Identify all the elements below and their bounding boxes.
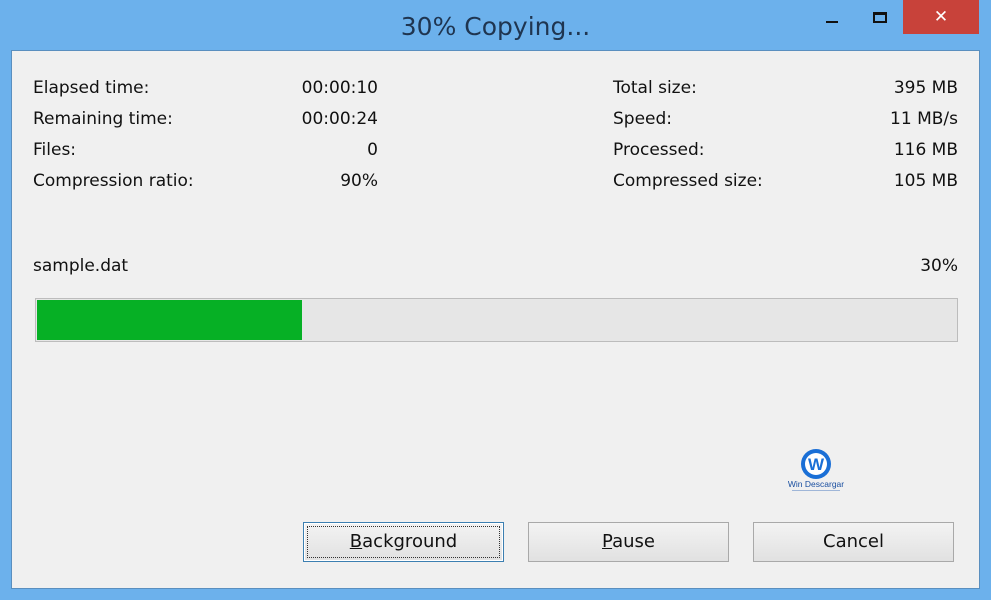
progress-bar-fill bbox=[37, 300, 303, 340]
current-file-name: sample.dat bbox=[33, 256, 129, 276]
close-button[interactable]: ✕ bbox=[903, 0, 979, 34]
compressed-size-label: Compressed size: bbox=[613, 171, 763, 191]
logo-text: Win Descargar bbox=[788, 479, 844, 489]
dialog-window: 30% Copying... ✕ Elapsed time: 00:00:10 … bbox=[0, 0, 991, 600]
pause-button[interactable]: Pause bbox=[528, 522, 729, 562]
logo-graphic: W Win Descargar bbox=[788, 449, 844, 491]
focus-rect bbox=[307, 526, 500, 558]
files-value: 0 bbox=[367, 140, 378, 160]
files-label: Files: bbox=[33, 140, 77, 160]
processed-label: Processed: bbox=[613, 140, 705, 160]
minimize-button[interactable] bbox=[812, 0, 852, 34]
speed-value: 11 MB/s bbox=[890, 109, 958, 129]
minimize-icon bbox=[826, 21, 838, 23]
background-button[interactable]: Background bbox=[303, 522, 504, 562]
remaining-time-label: Remaining time: bbox=[33, 109, 173, 129]
compression-ratio-value: 90% bbox=[340, 171, 378, 191]
maximize-button[interactable] bbox=[860, 0, 900, 34]
title-bar[interactable]: 30% Copying... ✕ bbox=[0, 0, 991, 50]
elapsed-time-value: 00:00:10 bbox=[301, 78, 378, 98]
win-descargar-logo: W Win Descargar bbox=[788, 447, 848, 493]
dialog-body: Elapsed time: 00:00:10 Remaining time: 0… bbox=[11, 50, 980, 589]
logo-letter: W bbox=[808, 455, 825, 474]
remaining-time-value: 00:00:24 bbox=[301, 109, 378, 129]
elapsed-time-label: Elapsed time: bbox=[33, 78, 150, 98]
close-icon: ✕ bbox=[933, 7, 949, 27]
progress-bar bbox=[35, 298, 958, 342]
compression-ratio-label: Compression ratio: bbox=[33, 171, 194, 191]
compressed-size-value: 105 MB bbox=[893, 171, 958, 191]
speed-label: Speed: bbox=[613, 109, 673, 129]
processed-value: 116 MB bbox=[893, 140, 958, 160]
total-size-label: Total size: bbox=[613, 78, 697, 98]
cancel-button[interactable]: Cancel bbox=[753, 522, 954, 562]
progress-percent: 30% bbox=[920, 256, 958, 276]
pause-accesskey: P bbox=[602, 531, 613, 552]
maximize-icon bbox=[873, 11, 887, 23]
cancel-label: Cancel bbox=[823, 531, 884, 552]
total-size-value: 395 MB bbox=[893, 78, 958, 98]
pause-label: ause bbox=[612, 531, 655, 552]
